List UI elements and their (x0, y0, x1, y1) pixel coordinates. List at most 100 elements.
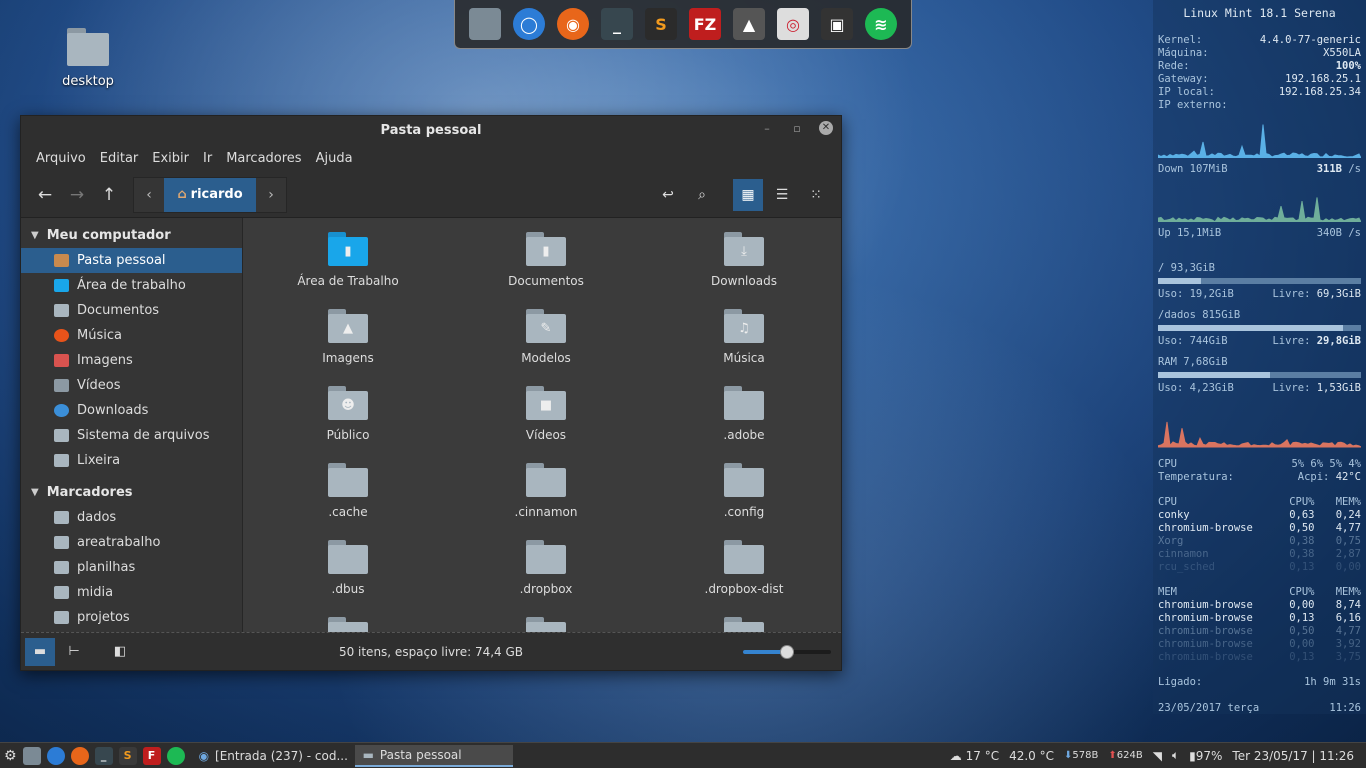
sidebar-section-computer[interactable]: ▼ Meu computador (21, 222, 242, 248)
zoom-slider-handle[interactable] (780, 645, 794, 659)
bookmark-item[interactable]: projetos (21, 605, 242, 630)
show-places-button[interactable]: ▬ (25, 637, 55, 666)
net-up-applet[interactable]: ⬆624B (1108, 750, 1142, 761)
file-item[interactable]: .adobe (639, 386, 841, 463)
taskbar-window-chromium[interactable]: ◉ [Entrada (237) - cod... (191, 745, 349, 767)
clock[interactable]: Ter 23/05/17 | 11:26 (1232, 749, 1354, 763)
spotify-launcher-icon[interactable]: ≋ (865, 8, 897, 40)
icon-view-button[interactable]: ▦ (733, 179, 763, 211)
show-tree-button[interactable]: ⊢ (59, 638, 89, 666)
inkscape-launcher-icon[interactable]: ▲ (733, 8, 765, 40)
firefox-launcher-icon[interactable]: ◉ (557, 8, 589, 40)
cpu-process-table: CPU CPU% MEM% conky 0,63 0,24 chromium-browse 0… (1158, 496, 1361, 574)
video-editor-launcher-icon[interactable]: ▣ (821, 8, 853, 40)
menu-ir[interactable]: Ir (196, 151, 219, 166)
file-item[interactable]: ☻ Público (243, 386, 453, 463)
file-item[interactable]: ✎ Modelos (453, 309, 639, 386)
spotify-launcher-icon[interactable] (166, 746, 185, 765)
toggle-location-button[interactable]: ↩ (653, 179, 683, 211)
back-button[interactable]: ← (29, 179, 61, 211)
file-item[interactable]: ♫ Música (639, 309, 841, 386)
bookmark-item[interactable]: midia (21, 580, 242, 605)
camera-launcher-icon[interactable]: ◎ (777, 8, 809, 40)
file-item[interactable]: .dropbox-dist (639, 540, 841, 617)
maximize-button[interactable]: ▫ (789, 122, 805, 135)
sidebar-item-filesystem[interactable]: Sistema de arquivos (21, 423, 242, 448)
path-crumb-home[interactable]: ⌂ ricardo (164, 177, 256, 212)
process-row: chromium-browse 0,13 3,75 (1158, 651, 1361, 663)
file-item[interactable]: .cache (243, 463, 453, 540)
file-item[interactable]: ■ Vídeos (453, 386, 639, 463)
file-item[interactable]: .config (639, 463, 841, 540)
file-grid-area[interactable]: ▮ Área de Trabalho ▮ Documentos ⤓ Downloads ▲ I… (243, 218, 841, 634)
sidebar-item-videos[interactable]: Vídeos (21, 373, 242, 398)
mem-process-table: MEM CPU% MEM% chromium-browse 0,00 8,74 chromi… (1158, 586, 1361, 664)
close-button[interactable]: ✕ (819, 121, 833, 135)
path-left-button[interactable]: ‹ (134, 177, 164, 212)
files-launcher-icon[interactable] (469, 8, 501, 40)
net-down-applet[interactable]: ⬇578B (1064, 750, 1098, 761)
file-item[interactable]: ⤓ Downloads (639, 232, 841, 309)
compact-view-button[interactable]: ⁙ (801, 179, 831, 211)
arrow-left-icon: ← (37, 184, 53, 205)
sidebar-item-images[interactable]: Imagens (21, 348, 242, 373)
weather-applet[interactable]: ☁ 17 °C (950, 749, 999, 763)
menu-gear-icon[interactable]: ⚙ (4, 748, 17, 764)
menu-marcadores[interactable]: Marcadores (219, 151, 308, 166)
chromium-launcher-icon[interactable]: ◯ (513, 8, 545, 40)
cpu-cores: CPU 5% 6% 5% 4% (1158, 458, 1361, 470)
search-button[interactable]: ⌕ (687, 179, 717, 211)
sublime-launcher-icon[interactable]: S (118, 746, 137, 765)
menu-editar[interactable]: Editar (93, 151, 146, 166)
file-item[interactable]: .dbus (243, 540, 453, 617)
menu-ajuda[interactable]: Ajuda (309, 151, 360, 166)
file-name: .config (723, 505, 765, 519)
chromium-launcher-icon[interactable] (46, 746, 65, 765)
minimize-button[interactable]: – (759, 122, 775, 135)
wifi-icon[interactable]: ◥ (1153, 749, 1162, 763)
temperature: Temperatura: Acpi: 42°C (1158, 471, 1361, 483)
chevron-left-icon: ‹ (146, 186, 152, 203)
firefox-launcher-icon[interactable] (70, 746, 89, 765)
file-item[interactable]: ▮ Área de Trabalho (243, 232, 453, 309)
sidebar-item-desktop-folder[interactable]: Área de trabalho (21, 273, 242, 298)
folder-icon: ▬ (362, 747, 374, 762)
file-item[interactable]: .cinnamon (453, 463, 639, 540)
forward-button[interactable]: → (61, 179, 93, 211)
taskbar-window-files[interactable]: ▬ Pasta pessoal (354, 744, 513, 767)
terminal-launcher-icon[interactable]: _ (94, 746, 113, 765)
menu-exibir[interactable]: Exibir (145, 151, 196, 166)
temp-applet[interactable]: 42.0 °C (1009, 749, 1054, 763)
sidebar-item-downloads[interactable]: Downloads (21, 398, 242, 423)
sidebar-item-music[interactable]: Música (21, 323, 242, 348)
sublime-launcher-icon[interactable]: S (645, 8, 677, 40)
files-launcher-icon[interactable] (22, 746, 41, 765)
system-tray: ☁ 17 °C 42.0 °C ⬇578B ⬆624B ◥ 🔈︎ ▮97% Te… (950, 748, 1354, 763)
folder-icon: ▮ (328, 232, 368, 266)
taskbar-window-label: [Entrada (237) - cod... (215, 748, 348, 763)
battery-applet[interactable]: ▮97% (1189, 749, 1222, 763)
file-item[interactable]: ▮ Documentos (453, 232, 639, 309)
file-item[interactable]: ▲ Imagens (243, 309, 453, 386)
bookmark-item[interactable]: planilhas (21, 555, 242, 580)
filezilla-launcher-icon[interactable]: F (142, 746, 161, 765)
desktop-folder[interactable]: desktop (58, 24, 118, 89)
file-item[interactable]: .dropbox (453, 540, 639, 617)
volume-icon[interactable]: 🔈︎ (1172, 748, 1179, 763)
hide-sidebar-button[interactable]: ◧ (105, 638, 135, 666)
sidebar-item-trash[interactable]: Lixeira (21, 448, 242, 473)
sidebar-item-home[interactable]: Pasta pessoal (21, 248, 242, 273)
bookmark-item[interactable]: areatrabalho (21, 530, 242, 555)
filezilla-launcher-icon[interactable]: FZ (689, 8, 721, 40)
zoom-slider[interactable] (743, 645, 831, 659)
menu-arquivo[interactable]: Arquivo (29, 151, 93, 166)
path-right-button[interactable]: › (256, 177, 286, 212)
bookmark-item[interactable]: dados (21, 505, 242, 530)
terminal-launcher-icon[interactable]: _ (601, 8, 633, 40)
up-button[interactable]: ↑ (93, 179, 125, 211)
folder-icon (724, 463, 764, 497)
list-view-button[interactable]: ☰ (767, 179, 797, 211)
sidebar-section-bookmarks[interactable]: ▼ Marcadores (21, 479, 242, 505)
sidebar-item-documents[interactable]: Documentos (21, 298, 242, 323)
titlebar[interactable]: Pasta pessoal – ▫ ✕ (21, 116, 841, 144)
